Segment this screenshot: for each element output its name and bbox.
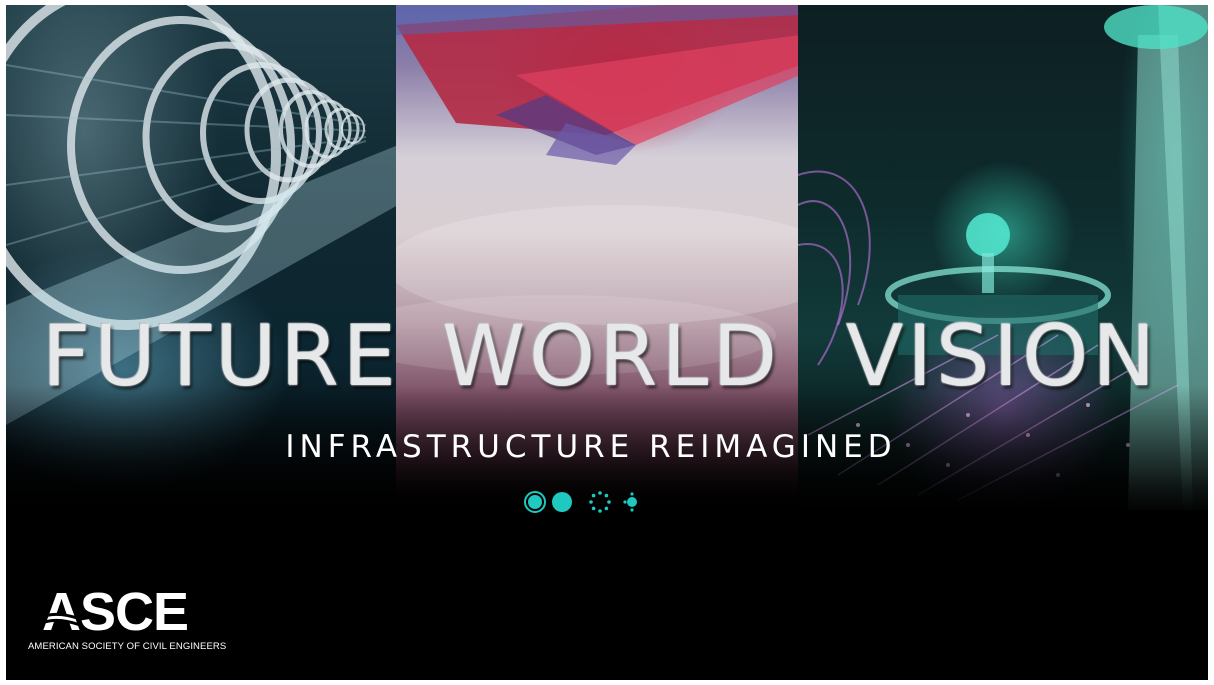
headline-word-future: FUTURE: [42, 307, 401, 405]
bridge-swoosh-icon: [24, 612, 81, 635]
decorative-dots-icon: [524, 491, 637, 513]
headline-word-world: WORLD: [442, 307, 782, 405]
headline-word-vision: VISION: [846, 307, 1160, 405]
asce-logo: ASCE AMERICAN SOCIETY OF CIVIL ENGINEERS: [24, 583, 244, 663]
slide-frame: FUTURE WORLD VISION INFRASTRUCTURE REIMA…: [6, 5, 1208, 680]
tagline: INFRASTRUCTURE REIMAGINED: [285, 429, 897, 465]
logo-full-name: AMERICAN SOCIETY OF CIVIL ENGINEERS: [28, 641, 227, 652]
